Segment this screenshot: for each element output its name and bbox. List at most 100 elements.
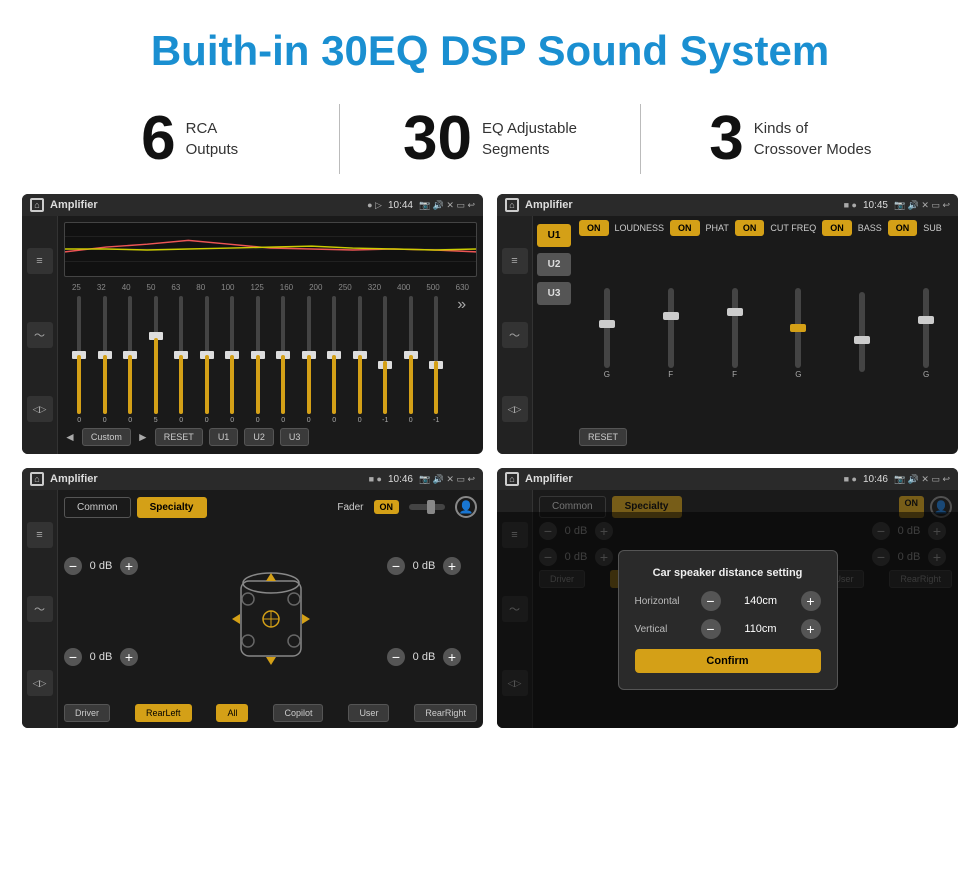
- app-title-4: Amplifier: [525, 473, 838, 485]
- ch-slider-bass[interactable]: [836, 292, 888, 374]
- feature-number-rca: 6: [141, 108, 175, 170]
- btn-user[interactable]: User: [348, 704, 389, 722]
- page-header: Buith-in 30EQ DSP Sound System: [0, 0, 980, 92]
- ch-u3[interactable]: U3: [537, 282, 571, 305]
- fader-ch3-minus[interactable]: −: [387, 557, 405, 575]
- feature-crossover: 3 Kinds of Crossover Modes: [661, 108, 920, 170]
- eq-btn-3[interactable]: ≡: [27, 522, 53, 548]
- eq-btn-2[interactable]: ≡: [502, 248, 528, 274]
- eq-u1[interactable]: U1: [209, 428, 239, 446]
- side-controls-1: ≡ 〜 ◁▷: [22, 216, 58, 454]
- fader-car-area: [162, 524, 379, 698]
- wave-btn-2[interactable]: 〜: [502, 322, 528, 348]
- status-bar-3: ⌂ Amplifier ■ ● 10:46 📷 🔊 ✕ ▭ ↩: [22, 468, 483, 490]
- tab-common[interactable]: Common: [64, 497, 131, 518]
- eq-slider-6[interactable]: 0: [221, 296, 244, 424]
- ch-slider-sub[interactable]: G: [900, 288, 952, 379]
- eq-slider-4[interactable]: 0: [170, 296, 193, 424]
- wave-btn[interactable]: 〜: [27, 322, 53, 348]
- dialog-vertical-plus[interactable]: +: [801, 619, 821, 639]
- eq-slider-1[interactable]: 0: [94, 296, 117, 424]
- eq-reset[interactable]: RESET: [155, 428, 203, 446]
- home-icon-4[interactable]: ⌂: [505, 472, 519, 486]
- fader-on-badge[interactable]: ON: [374, 500, 400, 514]
- dialog-horizontal-minus[interactable]: −: [701, 591, 721, 611]
- eq-slider-8[interactable]: 0: [272, 296, 295, 424]
- home-icon-1[interactable]: ⌂: [30, 198, 44, 212]
- time-3: 10:46: [388, 474, 413, 485]
- dialog-box: Car speaker distance setting Horizontal …: [618, 550, 838, 690]
- ch-slider-phat[interactable]: F: [645, 288, 697, 379]
- ch-reset-btn[interactable]: RESET: [579, 428, 627, 446]
- fader-ch3-plus[interactable]: +: [443, 557, 461, 575]
- eq-u2[interactable]: U2: [244, 428, 274, 446]
- vol-btn-3[interactable]: ◁▷: [27, 670, 53, 696]
- ch-cutfreq-on[interactable]: ON: [735, 220, 765, 236]
- eq-slider-3[interactable]: 5: [145, 296, 168, 424]
- home-icon-3[interactable]: ⌂: [30, 472, 44, 486]
- fader-ch4-val: 0 dB: [409, 651, 439, 663]
- eq-custom[interactable]: Custom: [82, 428, 131, 446]
- fader-ch2-plus[interactable]: +: [120, 648, 138, 666]
- eq-slider-2[interactable]: 0: [119, 296, 142, 424]
- play-dot-1: ● ▷: [367, 200, 382, 211]
- vol-btn[interactable]: ◁▷: [27, 396, 53, 422]
- fader-ch1-val: 0 dB: [86, 560, 116, 572]
- ch-main: ON LOUDNESS ON PHAT ON CUT FREQ ON BASS …: [575, 216, 958, 454]
- fader-ch4-plus[interactable]: +: [443, 648, 461, 666]
- eq-slider-11[interactable]: 0: [349, 296, 372, 424]
- fader-ch1-plus[interactable]: +: [120, 557, 138, 575]
- vol-btn-2[interactable]: ◁▷: [502, 396, 528, 422]
- eq-slider-7[interactable]: 0: [247, 296, 270, 424]
- fader-label: Fader: [337, 502, 363, 513]
- eq-slider-5[interactable]: 0: [196, 296, 219, 424]
- btn-copilot[interactable]: Copilot: [273, 704, 323, 722]
- eq-slider-10[interactable]: 0: [323, 296, 346, 424]
- time-4: 10:46: [863, 474, 888, 485]
- dialog-horizontal-plus[interactable]: +: [801, 591, 821, 611]
- eq-forward-btn[interactable]: »: [451, 296, 474, 424]
- fader-ch4-minus[interactable]: −: [387, 648, 405, 666]
- status-bar-1: ⌂ Amplifier ● ▷ 10:44 📷 🔊 ✕ ▭ ↩: [22, 194, 483, 216]
- screens-grid: ⌂ Amplifier ● ▷ 10:44 📷 🔊 ✕ ▭ ↩ ≡ 〜 ◁▷: [0, 194, 980, 742]
- person-icon: 👤: [455, 496, 477, 518]
- eq-u3[interactable]: U3: [280, 428, 310, 446]
- btn-all[interactable]: All: [216, 704, 248, 722]
- fader-ch1: − 0 dB +: [64, 557, 154, 575]
- ch-slider-loudness[interactable]: G: [581, 288, 633, 379]
- eq-prev[interactable]: ◄: [64, 430, 76, 444]
- ch-u1[interactable]: U1: [537, 224, 571, 247]
- eq-btn[interactable]: ≡: [27, 248, 53, 274]
- ch-loudness-on[interactable]: ON: [579, 220, 609, 236]
- ch-slider-cutfreq-1[interactable]: F: [709, 288, 761, 379]
- eq-slider-9[interactable]: 0: [298, 296, 321, 424]
- ch-sub-on[interactable]: ON: [888, 220, 918, 236]
- wave-btn-3[interactable]: 〜: [27, 596, 53, 622]
- eq-next[interactable]: ►: [137, 430, 149, 444]
- fader-h-thumb: [427, 500, 435, 514]
- screen-content-3: ≡ 〜 ◁▷ Common Specialty Fader ON 👤: [22, 490, 483, 728]
- ch-slider-cutfreq-2[interactable]: G: [772, 288, 824, 379]
- btn-driver[interactable]: Driver: [64, 704, 110, 722]
- fader-ch2-minus[interactable]: −: [64, 648, 82, 666]
- btn-rearleft[interactable]: RearLeft: [135, 704, 192, 722]
- fader-bottom-buttons: Driver RearLeft All Copilot User RearRig…: [64, 698, 477, 722]
- dialog-vertical-minus[interactable]: −: [701, 619, 721, 639]
- channels-area: U1 U2 U3 ON LOUDNESS ON PHAT ON CUT FREQ…: [533, 216, 958, 454]
- eq-slider-14[interactable]: -1: [425, 296, 448, 424]
- btn-rearright[interactable]: RearRight: [414, 704, 477, 722]
- tab-specialty[interactable]: Specialty: [137, 497, 207, 518]
- fader-h-slider[interactable]: [409, 504, 445, 510]
- home-icon-2[interactable]: ⌂: [505, 198, 519, 212]
- dialog-confirm-button[interactable]: Confirm: [635, 649, 821, 673]
- fader-ch3: − 0 dB +: [387, 557, 477, 575]
- eq-slider-0[interactable]: 0: [68, 296, 91, 424]
- fader-ch1-minus[interactable]: −: [64, 557, 82, 575]
- eq-slider-13[interactable]: 0: [400, 296, 423, 424]
- ch-phat-on[interactable]: ON: [670, 220, 700, 236]
- ch-bass-on[interactable]: ON: [822, 220, 852, 236]
- ch-presets: U1 U2 U3: [533, 216, 575, 454]
- ch-u2[interactable]: U2: [537, 253, 571, 276]
- eq-slider-12[interactable]: -1: [374, 296, 397, 424]
- time-2: 10:45: [863, 200, 888, 211]
